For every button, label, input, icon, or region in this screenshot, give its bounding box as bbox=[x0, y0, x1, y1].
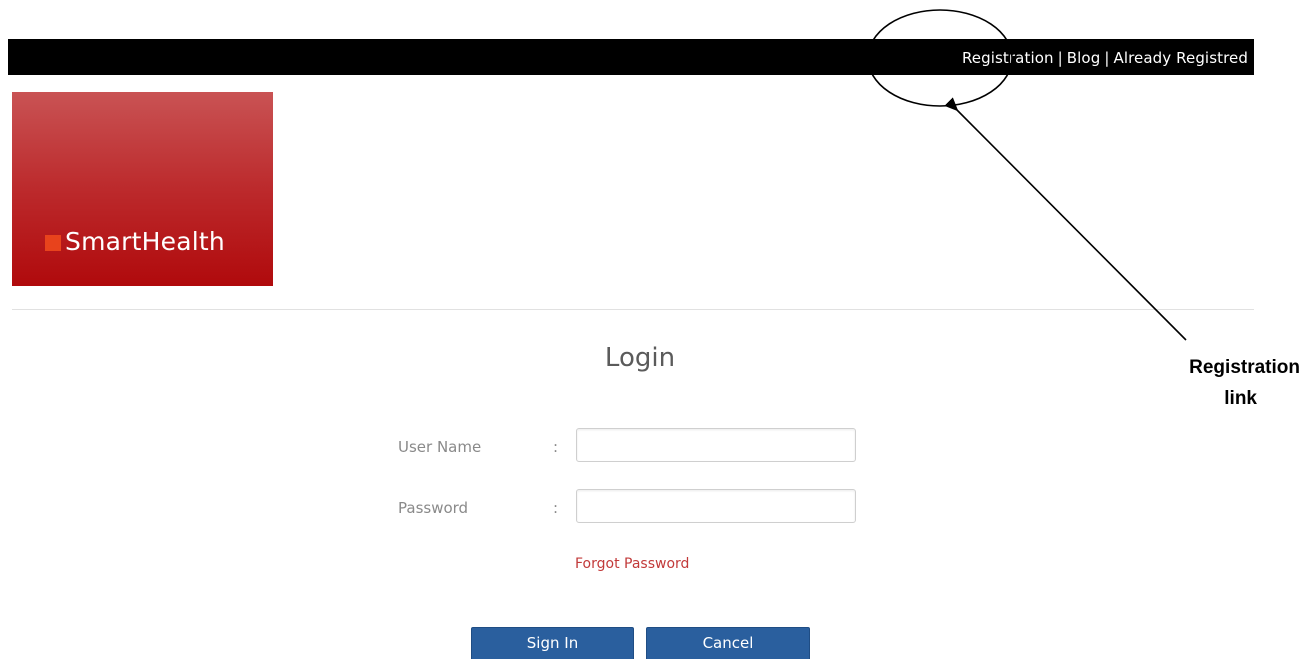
annotation-circle bbox=[867, 9, 1013, 107]
annotation-label-line1: Registration bbox=[1189, 357, 1300, 378]
annotation-arrow bbox=[944, 97, 1187, 341]
page: Registration | Blog | Already Registred Smar… bbox=[0, 0, 1302, 659]
annotation-label: Registration link bbox=[1150, 352, 1300, 414]
annotation-label-line2: link bbox=[1224, 388, 1257, 409]
annotation-overlay bbox=[867, 9, 1187, 341]
